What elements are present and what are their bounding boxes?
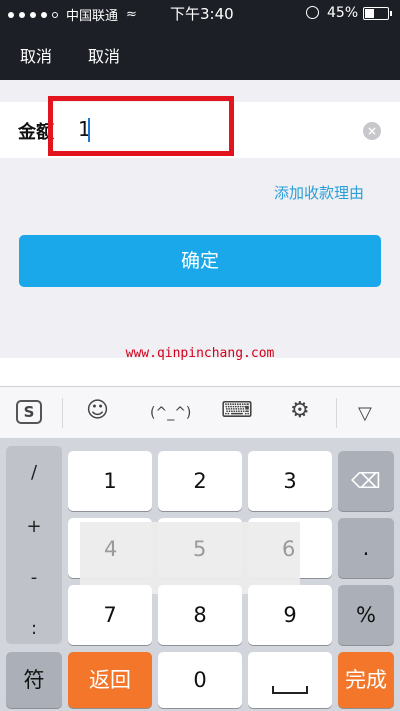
key-4-label: 4 [104,537,118,561]
key-2[interactable]: 2 [158,451,242,511]
signal-dot [52,11,58,18]
key-7[interactable]: 7 [68,585,152,645]
key-6-label: 6 [282,537,296,561]
kaomoji-icon[interactable]: (^_^) [150,405,191,421]
key-3[interactable]: 3 [248,451,332,511]
clear-icon[interactable]: × [363,122,381,140]
keyboard-icon[interactable]: ⌨ [221,398,253,423]
rotation-lock-icon [306,6,319,19]
symbol-switch-key[interactable]: 符 [6,652,62,708]
signal-dot [30,11,36,18]
key-9[interactable]: 9 [248,585,332,645]
settings-icon[interactable]: ⚙ [290,398,310,423]
key-5-label: 5 [193,537,207,561]
emoji-icon[interactable]: ☺ [86,398,109,423]
key-8[interactable]: 8 [158,585,242,645]
status-time: 下午3:40 [170,5,234,23]
cancel-button[interactable]: 取消 [20,43,52,67]
signal-dot [8,11,14,18]
back-key[interactable]: 返回 [68,652,152,708]
wifi-icon: ≈ [126,7,137,22]
key-0[interactable]: 0 [158,652,242,708]
symbol-key-plus[interactable]: + [6,516,62,537]
watermark: www.qinpinchang.com [125,346,275,361]
highlight-annotation [48,96,234,156]
done-key[interactable]: 完成 [338,652,394,708]
signal-carrier: 中国联通 ≈ [8,5,137,24]
divider [336,398,337,428]
cancel-button-secondary[interactable]: 取消 [88,43,120,67]
battery-icon [363,7,392,20]
signal-dot [41,11,47,18]
space-key[interactable] [248,652,332,708]
dot-key[interactable]: . [338,518,394,578]
battery-percent: 45% [327,5,359,21]
collapse-keyboard-icon[interactable]: ▽ [358,403,372,424]
symbol-key-colon[interactable]: : [6,618,62,639]
sogou-logo-icon[interactable]: S [16,400,42,424]
key-1[interactable]: 1 [68,451,152,511]
divider [62,398,63,428]
backspace-key[interactable]: ⌫ [338,451,394,511]
symbol-key-slash[interactable]: / [6,462,62,483]
percent-key[interactable]: % [338,585,394,645]
space-icon [272,686,308,694]
carrier-name: 中国联通 [66,9,119,24]
add-reason-link[interactable]: 添加收款理由 [274,182,364,203]
confirm-button[interactable]: 确定 [19,235,381,287]
blank-band [0,358,400,386]
symbol-key-minus[interactable]: - [6,567,62,588]
keyboard-toolbar [0,386,400,438]
signal-dot [19,11,25,18]
